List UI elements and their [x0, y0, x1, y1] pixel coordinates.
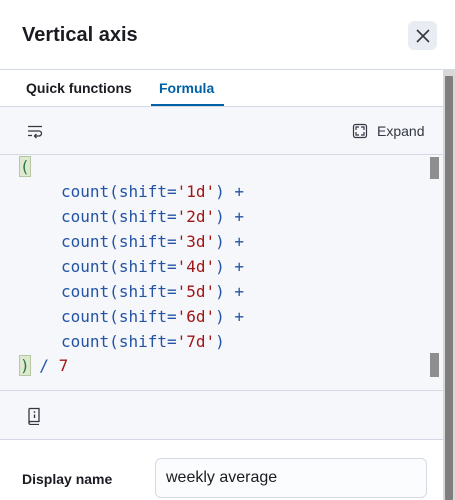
code-string: '1d' — [176, 182, 216, 201]
code-arg: shift= — [118, 282, 177, 301]
code-arg: shift= — [118, 257, 177, 276]
editor-footer — [0, 390, 443, 439]
code-line-close: ) / 7 — [19, 354, 69, 379]
tab-formula[interactable]: Formula — [159, 80, 214, 96]
code-scrollbar-bottom-marker — [430, 353, 439, 377]
word-wrap-icon — [28, 125, 43, 139]
formula-docs-button[interactable] — [26, 407, 42, 426]
code-scrollbar-top-marker — [430, 157, 439, 179]
flyout-header: Vertical axis — [0, 0, 455, 70]
code-op: + — [234, 182, 245, 201]
code-arg: shift= — [118, 307, 177, 326]
code-line: count(shift='5d') + — [61, 282, 245, 301]
code-fn: count — [61, 182, 110, 201]
editor-toolbar: Expand — [0, 107, 443, 155]
code-fn: count — [61, 232, 110, 251]
code-editor[interactable]: ( count(shift='1d') + count(shift='2d') … — [0, 155, 443, 390]
tab-bar: Quick functions Formula — [0, 70, 443, 107]
code-fn: count — [61, 307, 110, 326]
code-fn: count — [61, 282, 110, 301]
display-name-label: Display name — [22, 471, 113, 487]
code-line: count(shift='6d') + — [61, 307, 245, 326]
formula-editor: Expand ( count(shift='1d') + count(shift… — [0, 107, 443, 439]
expand-button[interactable]: Expand — [352, 121, 424, 141]
code-arg: shift= — [118, 232, 177, 251]
code-string: '4d' — [176, 257, 216, 276]
flyout-scrollbar-thumb[interactable] — [445, 76, 453, 500]
code-string: '6d' — [176, 307, 216, 326]
code-string: '2d' — [176, 207, 216, 226]
open-paren: ( — [19, 156, 31, 177]
code-op: + — [234, 307, 245, 326]
close-button[interactable] — [408, 21, 437, 50]
code-arg: shift= — [118, 182, 177, 201]
tab-selected-indicator — [151, 104, 224, 106]
code-line: count(shift='4d') + — [61, 257, 245, 276]
code-op: + — [234, 282, 245, 301]
section-divider — [0, 439, 443, 440]
code-line: count(shift='1d') + — [61, 182, 245, 201]
code-op: + — [234, 257, 245, 276]
divide-op: / — [39, 356, 49, 375]
display-name-input[interactable] — [155, 458, 427, 498]
code-line: count(shift='2d') + — [61, 207, 245, 226]
divisor: 7 — [58, 356, 69, 375]
code-arg: shift= — [118, 207, 177, 226]
code-arg: shift= — [118, 332, 177, 351]
code-string: '5d' — [176, 282, 216, 301]
code-line: count(shift='7d') — [61, 332, 225, 351]
flyout-title: Vertical axis — [22, 24, 138, 46]
close-paren: ) — [19, 355, 31, 376]
code-line-open: ( — [19, 155, 31, 180]
tab-quick-functions[interactable]: Quick functions — [26, 80, 132, 96]
fullscreen-icon — [352, 123, 368, 139]
documentation-book-icon — [28, 407, 40, 426]
close-icon — [415, 28, 430, 43]
code-fn: count — [61, 257, 110, 276]
code-fn: count — [61, 332, 110, 351]
code-fn: count — [61, 207, 110, 226]
code-op: + — [234, 232, 245, 251]
code-op: + — [234, 207, 245, 226]
code-string: '3d' — [176, 232, 216, 251]
code-line: count(shift='3d') + — [61, 232, 245, 251]
expand-label: Expand — [377, 123, 425, 139]
vertical-axis-flyout: Vertical axis Quick functions Formula Ex… — [0, 0, 455, 500]
code-string: '7d' — [176, 332, 216, 351]
word-wrap-button[interactable] — [27, 123, 43, 139]
code-scrollbar[interactable] — [430, 155, 439, 390]
